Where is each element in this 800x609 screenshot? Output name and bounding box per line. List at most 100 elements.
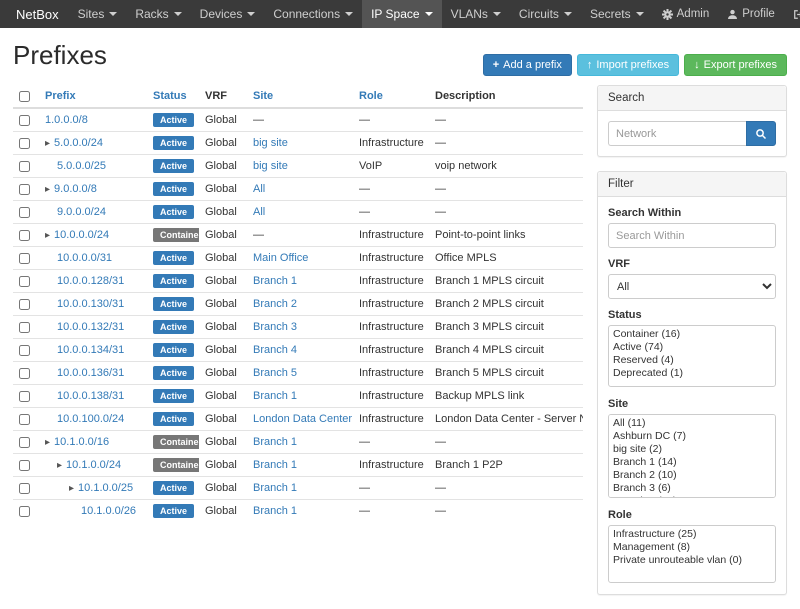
app-logo[interactable]: NetBox	[6, 0, 69, 28]
select-option[interactable]: Container (16)	[611, 328, 773, 341]
row-checkbox[interactable]	[19, 184, 30, 195]
prefix-link[interactable]: 10.0.0.134/31	[57, 344, 124, 356]
column-sort-prefix[interactable]: Prefix	[45, 90, 76, 102]
site-link[interactable]: All	[253, 183, 265, 195]
prefix-link[interactable]: 5.0.0.0/25	[57, 160, 106, 172]
nav-item-secrets[interactable]: Secrets	[581, 0, 653, 28]
select-option[interactable]: All (11)	[611, 417, 773, 430]
nav-item-circuits[interactable]: Circuits	[510, 0, 581, 28]
select-option[interactable]: Branch 2 (10)	[611, 469, 773, 482]
row-checkbox[interactable]	[19, 506, 30, 517]
site-link[interactable]: Branch 3	[253, 321, 297, 333]
row-checkbox[interactable]	[19, 253, 30, 264]
select-option[interactable]: Branch 3 (6)	[611, 482, 773, 495]
row-checkbox[interactable]	[19, 368, 30, 379]
select-option[interactable]: Deprecated (1)	[611, 367, 773, 380]
row-checkbox[interactable]	[19, 299, 30, 310]
logout-link[interactable]: Log out	[784, 0, 800, 28]
prefix-link[interactable]: 10.0.100.0/24	[57, 413, 124, 425]
site-link[interactable]: big site	[253, 137, 288, 149]
select-option[interactable]: Active (74)	[611, 341, 773, 354]
prefix-link[interactable]: 10.0.0.0/24	[54, 229, 109, 241]
site-link[interactable]: Branch 1	[253, 505, 297, 517]
status-multiselect[interactable]: Container (16)Active (74)Reserved (4)Dep…	[608, 325, 776, 387]
prefix-link[interactable]: 10.0.0.128/31	[57, 275, 124, 287]
prefix-link[interactable]: 10.0.0.130/31	[57, 298, 124, 310]
select-option[interactable]: Branch 1 (14)	[611, 456, 773, 469]
prefix-link[interactable]: 10.0.0.138/31	[57, 390, 124, 402]
row-checkbox[interactable]	[19, 414, 30, 425]
import-prefixes-button[interactable]: ↑Import prefixes	[577, 54, 679, 76]
prefix-link[interactable]: 10.0.0.136/31	[57, 367, 124, 379]
prefix-link[interactable]: 9.0.0.0/24	[57, 206, 106, 218]
description-cell: Branch 1 MPLS circuit	[429, 270, 583, 293]
export-prefixes-button[interactable]: ↓Export prefixes	[684, 54, 787, 76]
column-sort-role[interactable]: Role	[359, 90, 383, 102]
row-checkbox[interactable]	[19, 322, 30, 333]
site-multiselect[interactable]: All (11)Ashburn DC (7)big site (2)Branch…	[608, 414, 776, 498]
role-multiselect[interactable]: Infrastructure (25)Management (8)Private…	[608, 525, 776, 583]
status-cell: Active	[147, 362, 199, 385]
nav-item-label: Devices	[200, 7, 243, 21]
prefix-link[interactable]: 10.1.0.0/24	[66, 459, 121, 471]
site-link[interactable]: Main Office	[253, 252, 308, 264]
nav-item-vlans[interactable]: VLANs	[442, 0, 510, 28]
site-link[interactable]: Branch 2	[253, 298, 297, 310]
row-checkbox[interactable]	[19, 138, 30, 149]
select-option[interactable]: Reserved (4)	[611, 354, 773, 367]
row-checkbox[interactable]	[19, 483, 30, 494]
search-within-input[interactable]	[608, 223, 776, 248]
nav-item-sites[interactable]: Sites	[69, 0, 127, 28]
prefix-link[interactable]: 10.1.0.0/26	[81, 505, 136, 517]
site-link[interactable]: Branch 1	[253, 275, 297, 287]
select-option[interactable]: big site (2)	[611, 443, 773, 456]
search-button[interactable]	[746, 121, 776, 146]
column-sort-site[interactable]: Site	[253, 90, 273, 102]
row-select-cell	[13, 155, 39, 178]
select-all-checkbox[interactable]	[19, 91, 30, 102]
column-sort-status[interactable]: Status	[153, 90, 187, 102]
nav-item-racks[interactable]: Racks	[126, 0, 190, 28]
prefix-link[interactable]: 10.0.0.0/31	[57, 252, 112, 264]
site-link[interactable]: All	[253, 206, 265, 218]
row-checkbox[interactable]	[19, 276, 30, 287]
status-cell: Active	[147, 108, 199, 132]
row-checkbox[interactable]	[19, 391, 30, 402]
site-link[interactable]: Branch 1	[253, 436, 297, 448]
site-link[interactable]: big site	[253, 160, 288, 172]
profile-link[interactable]: Profile	[718, 0, 784, 28]
prefix-link[interactable]: 5.0.0.0/24	[54, 137, 103, 149]
site-link[interactable]: Branch 1	[253, 482, 297, 494]
row-checkbox[interactable]	[19, 345, 30, 356]
nav-item-ip-space[interactable]: IP Space	[362, 0, 441, 28]
select-option[interactable]: Private unrouteable vlan (0)	[611, 554, 773, 567]
row-checkbox[interactable]	[19, 115, 30, 126]
prefix-link[interactable]: 1.0.0.0/8	[45, 114, 88, 126]
select-option[interactable]: Ashburn DC (7)	[611, 430, 773, 443]
row-checkbox[interactable]	[19, 230, 30, 241]
site-link[interactable]: Branch 1	[253, 390, 297, 402]
prefix-link[interactable]: 10.1.0.0/25	[78, 482, 133, 494]
row-checkbox[interactable]	[19, 437, 30, 448]
row-checkbox[interactable]	[19, 207, 30, 218]
nav-item-devices[interactable]: Devices	[191, 0, 265, 28]
site-link[interactable]: London Data Center	[253, 413, 352, 425]
row-checkbox[interactable]	[19, 161, 30, 172]
nav-item-connections[interactable]: Connections	[264, 0, 362, 28]
site-link[interactable]: Branch 1	[253, 459, 297, 471]
vrf-select[interactable]: All	[608, 274, 776, 299]
prefix-link[interactable]: 10.1.0.0/16	[54, 436, 109, 448]
export-prefixes-button-label: Export prefixes	[704, 59, 777, 71]
row-checkbox[interactable]	[19, 460, 30, 471]
prefix-link[interactable]: 9.0.0.0/8	[54, 183, 97, 195]
admin-link[interactable]: Admin	[653, 0, 719, 28]
site-link[interactable]: Branch 5	[253, 367, 297, 379]
add-prefix-button[interactable]: +Add a prefix	[483, 54, 572, 76]
select-option[interactable]: Infrastructure (25)	[611, 528, 773, 541]
select-option[interactable]: Branch 4 (12)	[611, 495, 773, 498]
select-option[interactable]: Management (8)	[611, 541, 773, 554]
site-cell: All	[247, 178, 353, 201]
site-link[interactable]: Branch 4	[253, 344, 297, 356]
search-input[interactable]	[608, 121, 746, 146]
prefix-link[interactable]: 10.0.0.132/31	[57, 321, 124, 333]
